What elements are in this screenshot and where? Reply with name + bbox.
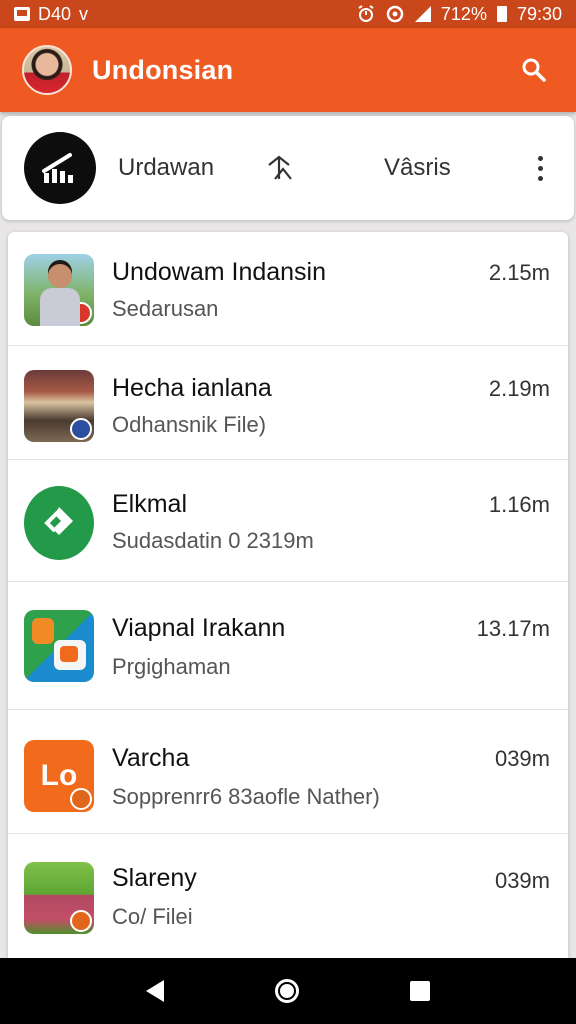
list-item[interactable]: Hecha ianlana Odhansnik File) 2.19m bbox=[8, 346, 568, 460]
status-time-left: D40 bbox=[38, 3, 72, 24]
sort-arrow-icon bbox=[268, 155, 292, 180]
person-photo-thumb bbox=[24, 254, 94, 326]
item-subtitle: Odhansnik File) bbox=[112, 412, 267, 437]
item-subtitle: Sopprenrr6 83aofle Nather) bbox=[112, 784, 380, 809]
carrier-mark: v bbox=[79, 3, 89, 24]
orange-logo-thumb: Lo bbox=[24, 740, 94, 812]
recents-icon[interactable] bbox=[410, 981, 431, 1001]
app-title: Undonsian bbox=[92, 54, 234, 85]
status-bar: D40 v 712% 79:30 bbox=[0, 0, 576, 28]
battery-icon bbox=[496, 6, 507, 22]
chart-logo-button[interactable] bbox=[24, 132, 96, 204]
badge-icon bbox=[70, 418, 92, 440]
navigation-bar bbox=[0, 958, 576, 1024]
item-title: Undowam Indansin bbox=[112, 258, 327, 286]
file-list: Undowam Indansin Sedarusan 2.15m Hecha i… bbox=[8, 232, 568, 958]
sort-arrow-button[interactable] bbox=[264, 152, 296, 184]
alarm-icon bbox=[358, 5, 374, 22]
app-bar: Undonsian bbox=[0, 28, 576, 112]
item-size: 1.16m bbox=[488, 492, 550, 517]
message-icon bbox=[14, 7, 30, 21]
item-subtitle: Sudasdatin 0 2319m bbox=[112, 528, 314, 553]
search-icon bbox=[522, 58, 546, 82]
item-size: 039m bbox=[494, 868, 550, 893]
badge-icon bbox=[70, 910, 92, 932]
store-photo-thumb bbox=[24, 862, 94, 934]
item-subtitle: Sedarusan bbox=[112, 296, 219, 321]
more-vert-icon[interactable] bbox=[528, 148, 552, 188]
item-subtitle: Co/ Filei bbox=[112, 904, 193, 929]
item-size: 2.15m bbox=[488, 260, 550, 285]
battery-percent: 712% bbox=[440, 3, 487, 24]
app-tile bbox=[60, 646, 78, 662]
item-title: Slareny bbox=[112, 864, 197, 892]
item-title: Hecha ianlana bbox=[112, 374, 272, 402]
green-logo-icon bbox=[44, 507, 73, 535]
item-title: Elkmal bbox=[112, 490, 188, 518]
badge-icon bbox=[70, 302, 92, 324]
status-time-right: 79:30 bbox=[516, 3, 562, 24]
colorful-app-thumb bbox=[24, 610, 94, 682]
item-title: Varcha bbox=[112, 744, 190, 772]
list-item[interactable]: Viapnal Irakann Prgighaman 13.17m bbox=[8, 582, 568, 710]
list-item[interactable]: Lo Varcha Sopprenrr6 83aofle Nather) 039… bbox=[8, 710, 568, 834]
green-logo-thumb bbox=[24, 486, 94, 560]
item-size: 039m bbox=[494, 746, 550, 771]
logo-text: Lo bbox=[40, 759, 78, 792]
list-item[interactable]: Undowam Indansin Sedarusan 2.15m bbox=[8, 232, 568, 346]
building-photo-thumb bbox=[24, 370, 94, 442]
badge-icon bbox=[70, 788, 92, 810]
item-size: 2.19m bbox=[488, 376, 550, 401]
toolbar-card: Urdawan Vâsris bbox=[2, 116, 574, 220]
item-size: 13.17m bbox=[476, 616, 550, 641]
item-subtitle: Prgighaman bbox=[112, 654, 231, 679]
home-icon[interactable] bbox=[274, 979, 299, 1003]
list-item[interactable]: Slareny Co/ Filei 039m bbox=[8, 834, 568, 958]
chart-logo-icon bbox=[42, 153, 73, 183]
signal-icon bbox=[414, 6, 431, 22]
item-title: Viapnal Irakann bbox=[112, 614, 286, 642]
toolbar-label-left[interactable]: Urdawan bbox=[118, 154, 214, 182]
app-tile bbox=[32, 618, 54, 644]
back-icon[interactable] bbox=[145, 980, 164, 1002]
search-button[interactable] bbox=[514, 50, 554, 90]
wifi-icon bbox=[386, 5, 404, 23]
toolbar-label-right[interactable]: Vâsris bbox=[384, 154, 451, 182]
list-item[interactable]: Elkmal Sudasdatin 0 2319m 1.16m bbox=[8, 460, 568, 582]
profile-avatar[interactable] bbox=[22, 45, 72, 95]
